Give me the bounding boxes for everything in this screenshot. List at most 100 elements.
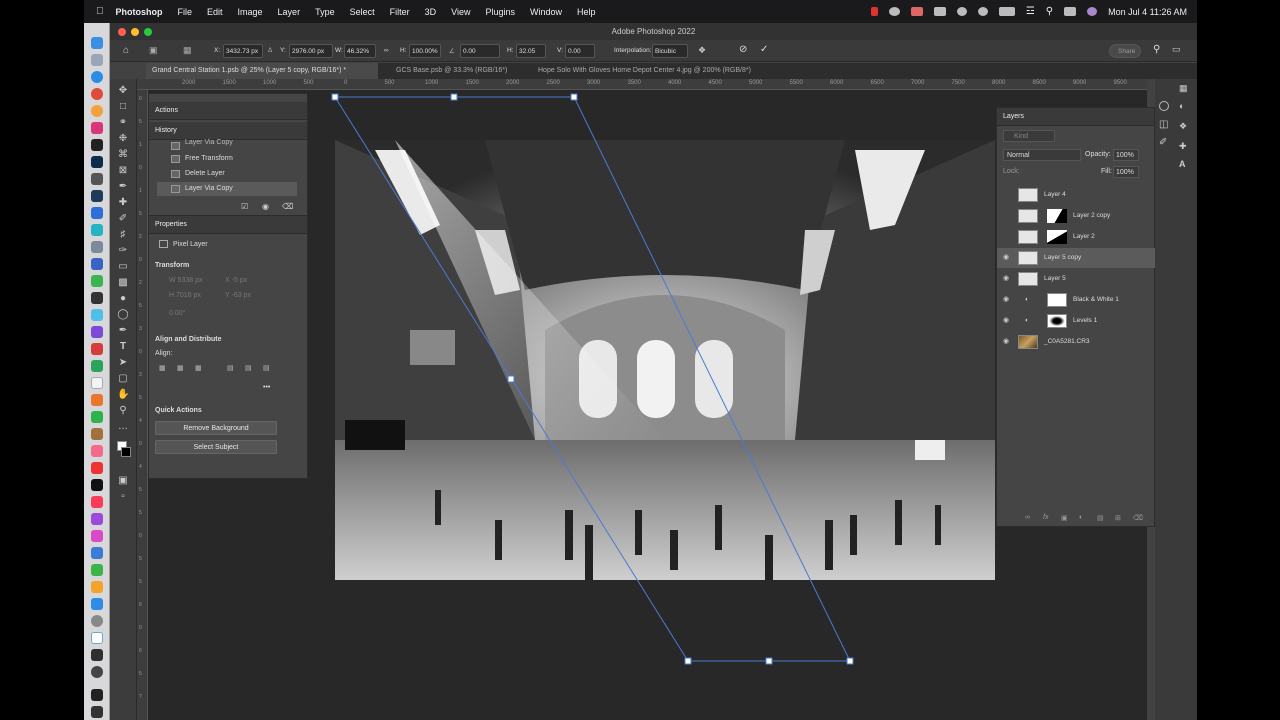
webex-icon[interactable]: [91, 632, 103, 644]
align-middle-icon[interactable]: ▤: [245, 364, 252, 372]
apple-tv-icon[interactable]: [91, 479, 103, 491]
settings-icon[interactable]: [91, 615, 103, 627]
channels-icon[interactable]: ▦: [1179, 83, 1188, 94]
wifi-icon[interactable]: ☲: [1026, 6, 1035, 17]
menubar-clock[interactable]: Mon Jul 4 11:26 AM: [1108, 7, 1187, 17]
menu-image[interactable]: Image: [238, 7, 263, 17]
photos-icon[interactable]: [91, 105, 103, 117]
visibility-eye-icon[interactable]: ◉: [1003, 311, 1009, 331]
align-right-icon[interactable]: ▦: [195, 364, 202, 372]
y-field[interactable]: Y -63 px: [225, 292, 251, 299]
actions-tab[interactable]: Actions: [149, 102, 307, 120]
properties-tab[interactable]: Properties: [149, 216, 307, 234]
menu-help[interactable]: Help: [577, 7, 596, 17]
delete-layer-icon[interactable]: ⌫: [1133, 514, 1143, 522]
menu-edit[interactable]: Edit: [207, 7, 223, 17]
menu-select[interactable]: Select: [350, 7, 375, 17]
search-icon[interactable]: ⚲: [1046, 6, 1053, 17]
h-field[interactable]: H 7016 px: [169, 292, 201, 299]
paragraph-icon[interactable]: A: [1179, 159, 1186, 169]
app-shield-icon[interactable]: [91, 258, 103, 270]
opacity-field[interactable]: 100%: [1113, 149, 1139, 161]
blend-mode-select[interactable]: Normal: [1003, 149, 1081, 161]
clock-app-icon[interactable]: [956, 7, 967, 16]
podcasts-icon[interactable]: [91, 513, 103, 525]
chrome-icon[interactable]: [91, 88, 103, 100]
app-dark-icon[interactable]: [91, 292, 103, 304]
align-top-icon[interactable]: ▤: [227, 364, 234, 372]
align-section-title[interactable]: Align and Distribute: [155, 336, 222, 343]
creative-cloud-icon[interactable]: [888, 7, 900, 16]
history-item[interactable]: Delete Layer: [157, 167, 297, 181]
layers-panel-icon[interactable]: ◫: [1159, 119, 1168, 130]
layer-row[interactable]: ◉ _C0A5281.CR3: [997, 332, 1156, 352]
color-icon[interactable]: ❖: [1179, 121, 1187, 132]
app-purple-icon[interactable]: [91, 326, 103, 338]
layer-row[interactable]: ◉ ◐ Levels 1: [997, 311, 1156, 331]
app-brown-icon[interactable]: [91, 428, 103, 440]
app-green-icon[interactable]: [91, 275, 103, 287]
extension-icon[interactable]: [910, 7, 923, 16]
info-icon[interactable]: [1159, 101, 1169, 111]
apple-icon[interactable]: : [96, 6, 104, 17]
history-icon[interactable]: [977, 7, 988, 16]
app-green2-icon[interactable]: [91, 360, 103, 372]
numbers-icon[interactable]: [91, 564, 103, 576]
app-pink-icon[interactable]: [91, 445, 103, 457]
character-icon[interactable]: ✚: [1179, 141, 1187, 152]
app-magenta-icon[interactable]: [91, 530, 103, 542]
link-layers-icon[interactable]: ∞: [1025, 514, 1030, 521]
brush-settings-icon[interactable]: ✐: [1159, 137, 1167, 148]
remove-background-button[interactable]: Remove Background: [155, 421, 277, 435]
layer-filter-field[interactable]: Kind: [1003, 130, 1055, 142]
menu-layer[interactable]: Layer: [278, 7, 301, 17]
camera-icon[interactable]: ◉: [262, 202, 269, 211]
menu-filter[interactable]: Filter: [390, 7, 410, 17]
more-options-button[interactable]: •••: [263, 384, 270, 391]
menu-type[interactable]: Type: [315, 7, 335, 17]
layers-tab[interactable]: Layers: [997, 108, 1154, 126]
visibility-eye-icon[interactable]: ◉: [1003, 290, 1009, 310]
app-green3-icon[interactable]: [91, 411, 103, 423]
music-icon[interactable]: [91, 496, 103, 508]
app-red2-icon[interactable]: [91, 462, 103, 474]
align-center-icon[interactable]: ▦: [177, 364, 184, 372]
add-mask-icon[interactable]: ▣: [1061, 514, 1068, 522]
record-icon[interactable]: [870, 7, 878, 16]
fill-field[interactable]: 100%: [1113, 166, 1139, 178]
siri-icon[interactable]: [1087, 7, 1098, 16]
trash-icon[interactable]: ⌫: [282, 202, 293, 211]
battery-icon[interactable]: [998, 7, 1015, 16]
pages-icon[interactable]: [91, 581, 103, 593]
history-item[interactable]: Free Transform: [157, 152, 297, 166]
layer-row-selected[interactable]: ◉ Layer 5 copy: [997, 248, 1156, 268]
align-left-icon[interactable]: ▦: [159, 364, 166, 372]
app-keyboard-icon[interactable]: [91, 706, 103, 718]
menu-view[interactable]: View: [451, 7, 470, 17]
menu-plugins[interactable]: Plugins: [485, 7, 515, 17]
history-item[interactable]: Layer Via Copy: [157, 139, 297, 150]
bridge-icon[interactable]: [91, 139, 103, 151]
layer-row[interactable]: ◉ ◐ Black & White 1: [997, 290, 1156, 310]
new-snapshot-icon[interactable]: ☑: [241, 202, 248, 211]
lightroom-icon[interactable]: [91, 190, 103, 202]
camera-raw-icon[interactable]: [91, 173, 103, 185]
new-group-icon[interactable]: ▤: [1097, 514, 1104, 522]
app-white-icon[interactable]: [91, 377, 103, 389]
angle-field[interactable]: 0.00°: [169, 310, 185, 317]
w-field[interactable]: W 5338 px: [169, 277, 202, 284]
finder-icon[interactable]: [91, 37, 103, 49]
messages-icon[interactable]: [91, 122, 103, 134]
visibility-eye-icon[interactable]: ◉: [1003, 332, 1009, 352]
control-center-icon[interactable]: [1064, 7, 1077, 16]
menu-3d[interactable]: 3D: [425, 7, 437, 17]
app-orange-icon[interactable]: [91, 394, 103, 406]
new-layer-icon[interactable]: ⊞: [1115, 514, 1121, 522]
layer-row[interactable]: Layer 4: [997, 185, 1156, 205]
menu-window[interactable]: Window: [530, 7, 562, 17]
quick-actions-title[interactable]: Quick Actions: [155, 407, 202, 414]
layer-style-icon[interactable]: fx: [1043, 514, 1048, 521]
x-field[interactable]: X -5 px: [225, 277, 247, 284]
app-teal-icon[interactable]: [91, 224, 103, 236]
transform-section-title[interactable]: Transform: [155, 262, 189, 269]
